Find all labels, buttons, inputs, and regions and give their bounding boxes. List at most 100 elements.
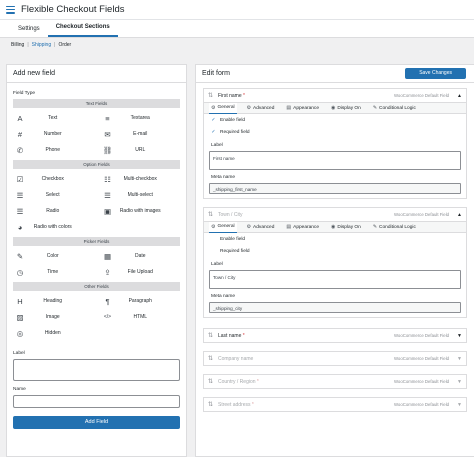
field-type-color[interactable]: ✎ Color <box>13 248 93 264</box>
drag-handle-icon[interactable]: ⇅ <box>208 378 218 385</box>
field-title: First name * <box>218 92 245 99</box>
hamburger-menu-icon[interactable] <box>6 5 15 14</box>
add-field-button[interactable]: Add Field <box>13 416 180 429</box>
enable-field-checkbox[interactable]: ✓ Enable field <box>211 114 461 126</box>
field-type-label: HTML <box>133 314 148 320</box>
field-type-image[interactable]: ▨ Image <box>13 309 93 325</box>
field-type-radio-colors[interactable]: ◕ Radio with colors <box>13 219 93 235</box>
expand-arrow-icon[interactable]: ▼ <box>457 402 462 408</box>
field-row-town-city[interactable]: ⇅ Town / City WooCommerce Default Field … <box>203 207 467 222</box>
field-type-textarea[interactable]: ≡ Textarea <box>101 110 181 126</box>
new-field-name-input[interactable] <box>13 395 180 408</box>
field-row-company-name[interactable]: ⇅ Company name WooCommerce Default Field… <box>203 351 467 366</box>
picker-fields-grid: ✎ Color ▦ Date ◷ Time ⇪ File Upload <box>13 248 180 280</box>
link-icon: ⛓ <box>102 145 113 155</box>
field-type-text[interactable]: A Text <box>13 110 93 126</box>
tab-settings[interactable]: Settings <box>10 26 48 37</box>
field-type-phone[interactable]: ✆ Phone <box>13 142 93 158</box>
expand-arrow-icon[interactable]: ▼ <box>457 356 462 362</box>
field-type-url[interactable]: ⛓ URL <box>101 142 181 158</box>
save-changes-button[interactable]: Save Changes <box>405 68 466 79</box>
editor-tab-general[interactable]: ⚙ General <box>209 221 237 233</box>
field-title: Company name <box>218 355 254 362</box>
meta-name-input: _shipping_city <box>209 302 461 313</box>
editor-tabs: ⚙ General ⚙ Advanced ▤ Appearance ◉ Display … <box>204 102 466 114</box>
editor-tab-display-on[interactable]: ◉ Display On <box>329 103 363 114</box>
code-icon: </> <box>103 314 112 320</box>
main-tabs: Settings Checkout Sections <box>0 20 474 38</box>
required-field-checkbox[interactable]: ✓ Required field <box>211 126 461 138</box>
field-type-label: Image <box>45 314 60 320</box>
field-row-last-name[interactable]: ⇅ Last name * WooCommerce Default Field … <box>203 328 467 343</box>
required-field-checkbox[interactable]: Required field <box>211 245 461 257</box>
editor-tab-general[interactable]: ⚙ General <box>209 102 237 114</box>
editor-tab-advanced[interactable]: ⚙ Advanced <box>245 103 277 114</box>
field-type-html[interactable]: </> HTML <box>101 309 181 325</box>
subnav-separator: | <box>54 42 56 48</box>
editor-tabs: ⚙ General ⚙ Advanced ▤ Appearance ◉ Display … <box>204 221 466 233</box>
field-row-street-address[interactable]: ⇅ Street address * WooCommerce Default F… <box>203 397 467 412</box>
radio-icon: ☰ <box>16 206 24 216</box>
field-title: Town / City <box>218 211 243 218</box>
field-row-first-name[interactable]: ⇅ First name * WooCommerce Default Field… <box>203 88 467 103</box>
multi-checkbox-icon: ☷ <box>104 174 111 184</box>
field-type-label: Radio <box>46 208 60 214</box>
field-type-time[interactable]: ◷ Time <box>13 264 93 280</box>
field-type-hidden[interactable]: ◎ Hidden <box>13 325 93 341</box>
new-field-label-input[interactable] <box>13 359 180 381</box>
editor-tab-conditional-logic[interactable]: ✎ Conditional Logic <box>371 103 418 114</box>
default-field-tag: WooCommerce Default Field <box>393 93 450 98</box>
field-type-heading[interactable]: H Heading <box>13 293 93 309</box>
editor-tab-display-on[interactable]: ◉ Display On <box>329 222 363 233</box>
field-type-label: Checkbox <box>41 176 64 182</box>
field-type-label: Phone <box>45 147 60 153</box>
subnav-billing[interactable]: Billing <box>11 42 24 48</box>
field-type-label: Text <box>48 115 58 121</box>
field-type-date[interactable]: ▦ Date <box>101 248 181 264</box>
field-type-radio[interactable]: ☰ Radio <box>13 203 93 219</box>
editor-tab-appearance[interactable]: ▤ Appearance <box>284 103 321 114</box>
drag-handle-icon[interactable]: ⇅ <box>208 401 218 408</box>
field-type-checkbox[interactable]: ☑ Checkbox <box>13 171 93 187</box>
editor-tab-conditional-logic[interactable]: ✎ Conditional Logic <box>371 222 418 233</box>
default-field-tag: WooCommerce Default Field <box>393 379 450 384</box>
field-type-multi-select[interactable]: ☰ Multi-select <box>101 187 181 203</box>
field-type-select[interactable]: ☰ Select <box>13 187 93 203</box>
gear-icon: ⚙ <box>211 223 216 230</box>
subnav-shipping[interactable]: Shipping <box>32 42 51 48</box>
label-input[interactable]: First name <box>209 151 461 170</box>
phone-icon: ✆ <box>16 145 24 155</box>
clock-icon: ◷ <box>16 267 24 277</box>
field-type-paragraph[interactable]: ¶ Paragraph <box>101 293 181 309</box>
field-type-radio-images[interactable]: ▣ Radio with images <box>101 203 181 219</box>
field-type-email[interactable]: ✉ E-mail <box>101 126 181 142</box>
tab-checkout-sections[interactable]: Checkout Sections <box>47 24 118 37</box>
subnav-separator: | <box>27 42 29 48</box>
text-icon: A <box>17 113 23 123</box>
expand-arrow-icon[interactable]: ▼ <box>457 333 462 339</box>
field-row-country-region[interactable]: ⇅ Country / Region * WooCommerce Default… <box>203 374 467 389</box>
label-input[interactable]: Town / City <box>209 270 461 289</box>
field-type-file-upload[interactable]: ⇪ File Upload <box>101 264 181 280</box>
collapse-arrow-icon[interactable]: ▲ <box>457 93 462 99</box>
gear-icon: ⚙ <box>211 104 216 111</box>
field-type-number[interactable]: # Number <box>13 126 93 142</box>
drag-handle-icon[interactable]: ⇅ <box>208 211 218 218</box>
enable-field-checkbox[interactable]: Enable field <box>211 233 461 245</box>
expand-arrow-icon[interactable]: ▼ <box>457 379 462 385</box>
checkmark-icon: ✓ <box>211 116 216 123</box>
field-type-multi-checkbox[interactable]: ☷ Multi-checkbox <box>101 171 181 187</box>
group-other-fields: Other Fields <box>13 282 180 291</box>
field-type-label: Radio with colors <box>33 224 72 230</box>
subnav-order[interactable]: Order <box>58 42 71 48</box>
editor-tab-appearance[interactable]: ▤ Appearance <box>284 222 321 233</box>
checkmark-icon: ✓ <box>211 128 216 135</box>
field-type-label: Number <box>43 131 62 137</box>
drag-handle-icon[interactable]: ⇅ <box>208 332 218 339</box>
collapse-arrow-icon[interactable]: ▲ <box>457 212 462 218</box>
eye-icon: ◉ <box>331 105 336 111</box>
drag-handle-icon[interactable]: ⇅ <box>208 92 218 99</box>
editor-tab-advanced[interactable]: ⚙ Advanced <box>245 222 277 233</box>
meta-name-label: Meta name <box>211 294 235 299</box>
drag-handle-icon[interactable]: ⇅ <box>208 355 218 362</box>
